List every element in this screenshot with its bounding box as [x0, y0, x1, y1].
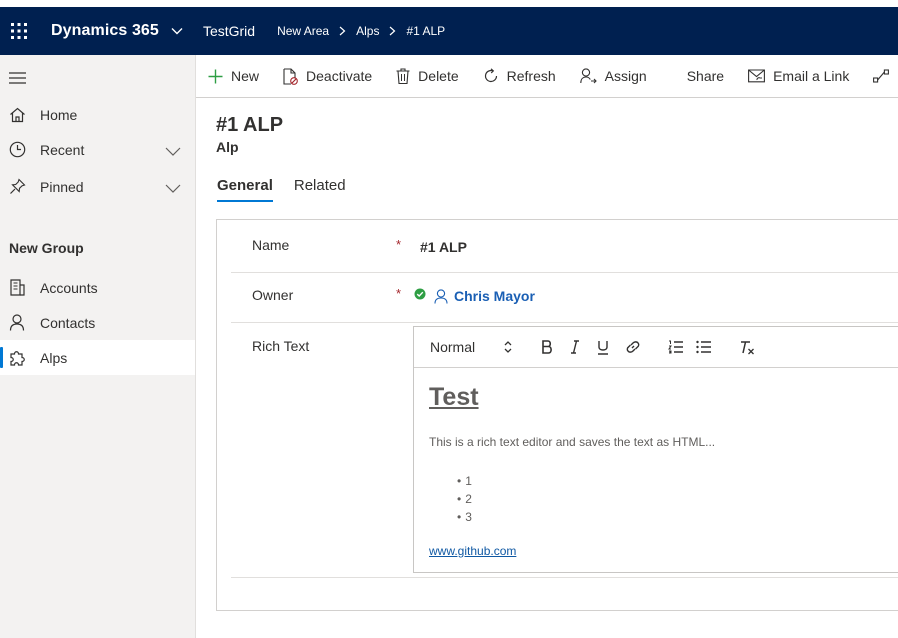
- sidebar-item-accounts[interactable]: Accounts: [0, 270, 195, 305]
- chevron-down-icon[interactable]: [165, 180, 181, 196]
- sidebar-item-home[interactable]: Home: [0, 97, 195, 132]
- tab-general[interactable]: General: [217, 177, 273, 202]
- name-field-value[interactable]: #1 ALP: [420, 239, 467, 255]
- general-section: Name * #1 ALP Owner * Chris Mayor Rich T…: [216, 219, 898, 611]
- person-icon: [8, 314, 26, 332]
- app-launcher-icon[interactable]: [0, 7, 38, 55]
- sidebar-item-label: Alps: [40, 349, 68, 366]
- editor-hyperlink[interactable]: www.github.com: [429, 544, 516, 558]
- sidebar-item-pinned[interactable]: Pinned: [0, 169, 195, 204]
- deactivate-button-label: Deactivate: [306, 68, 373, 84]
- sidebar-group-title: New Group: [9, 240, 84, 256]
- record-entity-name: Alp: [216, 139, 239, 155]
- email-a-link-button[interactable]: Email a Link: [748, 68, 849, 84]
- delete-button-label: Delete: [418, 68, 459, 84]
- sidebar-item-label: Accounts: [40, 279, 98, 296]
- sidebar-item-contacts[interactable]: Contacts: [0, 305, 195, 340]
- list-item: 2: [457, 490, 472, 508]
- email-a-link-button-label: Email a Link: [773, 68, 850, 84]
- pin-icon: [8, 178, 26, 196]
- sidebar-item-label: Pinned: [40, 178, 84, 195]
- chevron-down-icon[interactable]: [171, 27, 183, 35]
- breadcrumb-record: #1 ALP: [406, 24, 446, 38]
- top-margin: [0, 0, 898, 7]
- rich-text-editor[interactable]: Normal Test This is a rich text editor a…: [413, 326, 898, 573]
- name-field-label: Name: [252, 237, 290, 253]
- assign-icon: [579, 68, 597, 84]
- chevron-down-icon[interactable]: [165, 143, 181, 159]
- top-navigation-bar: Dynamics 365 TestGrid New Area Alps #1 A…: [0, 7, 898, 55]
- owner-field-label: Owner: [252, 287, 294, 303]
- owner-name-link[interactable]: Chris Mayor: [454, 288, 535, 304]
- record-title: #1 ALP: [216, 114, 284, 136]
- bold-icon[interactable]: [541, 337, 553, 357]
- app-title[interactable]: Dynamics 365: [51, 22, 159, 40]
- refresh-button-label: Refresh: [506, 68, 556, 84]
- numbered-list-icon[interactable]: [668, 337, 684, 357]
- puzzle-icon: [8, 349, 26, 367]
- breadcrumb-entity[interactable]: Alps: [356, 24, 379, 38]
- person-icon: [434, 288, 448, 304]
- refresh-button[interactable]: Refresh: [483, 68, 556, 84]
- deactivate-button[interactable]: Deactivate: [283, 67, 373, 85]
- sidebar-item-label: Recent: [40, 141, 85, 158]
- assign-button[interactable]: Assign: [579, 68, 647, 84]
- assign-button-label: Assign: [604, 68, 647, 84]
- plus-icon: [208, 69, 223, 84]
- sort-arrows-icon[interactable]: [504, 337, 512, 357]
- share-button[interactable]: Share: [687, 68, 724, 84]
- accounts-icon: [8, 279, 26, 297]
- new-button-label: New: [231, 68, 260, 84]
- sidebar-item-alps[interactable]: Alps: [0, 340, 195, 375]
- rich-text-field-label: Rich Text: [252, 338, 310, 354]
- editor-heading: Test: [429, 383, 479, 411]
- flow-icon: [873, 69, 890, 83]
- home-icon: [8, 106, 26, 124]
- editor-paragraph: This is a rich text editor and saves the…: [429, 435, 716, 449]
- new-button[interactable]: New: [208, 68, 259, 84]
- required-indicator: *: [396, 286, 402, 301]
- owner-lookup[interactable]: Chris Mayor: [414, 287, 535, 305]
- underline-icon[interactable]: [597, 337, 609, 357]
- paragraph-style-value: Normal: [430, 339, 476, 355]
- flow-button[interactable]: Fl: [873, 68, 898, 84]
- command-bar: New Deactivate Delete Refresh Assign Sha…: [196, 55, 898, 98]
- sidebar-item-label: Home: [40, 106, 78, 123]
- editor-bullet-list: 1 2 3: [457, 472, 472, 526]
- share-button-label: Share: [686, 68, 725, 84]
- link-icon[interactable]: [625, 337, 641, 357]
- refresh-icon: [483, 68, 499, 84]
- sitemap-sidebar: Home Recent Pinned New Group Accounts Co…: [0, 55, 196, 638]
- deactivate-icon: [283, 67, 298, 85]
- form-tab-list: General Related: [217, 177, 367, 202]
- breadcrumb-area[interactable]: New Area: [277, 24, 329, 38]
- name-field-row: Name * #1 ALP: [231, 220, 898, 273]
- owner-field-row: Owner * Chris Mayor: [231, 272, 898, 323]
- delete-button[interactable]: Delete: [396, 68, 459, 84]
- list-item: 3: [457, 508, 472, 526]
- area-name[interactable]: TestGrid: [203, 23, 255, 39]
- clear-formatting-icon[interactable]: [739, 337, 755, 357]
- presence-available-icon: [414, 287, 426, 305]
- email-icon: [748, 69, 766, 83]
- editor-toolbar: Normal: [414, 327, 898, 368]
- sidebar-item-label: Contacts: [40, 314, 96, 331]
- sidebar-item-recent[interactable]: Recent: [0, 132, 195, 167]
- trash-icon: [396, 68, 410, 84]
- chevron-right-icon: [389, 24, 396, 39]
- breadcrumb: New Area Alps #1 ALP: [277, 24, 445, 39]
- clock-icon: [8, 141, 26, 159]
- hamburger-menu-icon[interactable]: [9, 71, 26, 89]
- chevron-right-icon: [339, 24, 346, 39]
- tab-related[interactable]: Related: [294, 177, 346, 202]
- italic-icon[interactable]: [570, 337, 580, 357]
- required-indicator: *: [396, 237, 402, 252]
- paragraph-style-select[interactable]: Normal: [430, 339, 475, 355]
- list-item: 1: [457, 472, 472, 490]
- bulleted-list-icon[interactable]: [696, 337, 712, 357]
